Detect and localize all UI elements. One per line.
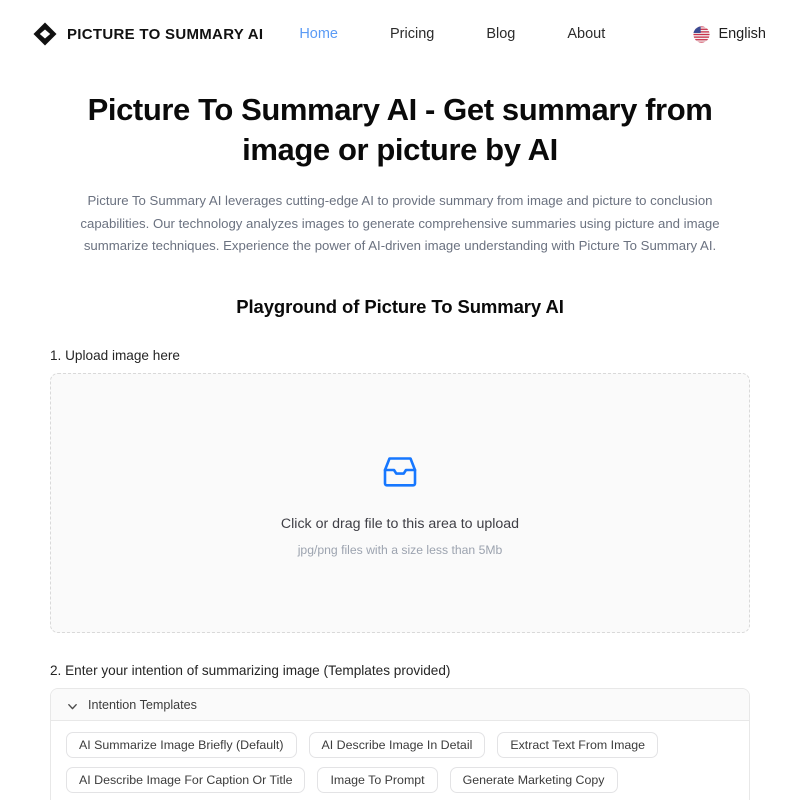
- template-button-caption-or-title[interactable]: AI Describe Image For Caption Or Title: [66, 767, 306, 794]
- main-nav: Home Pricing Blog About: [299, 20, 605, 48]
- inbox-icon: [378, 450, 422, 494]
- nav-item-home[interactable]: Home: [299, 20, 338, 48]
- template-button-summarize-briefly[interactable]: AI Summarize Image Briefly (Default): [66, 732, 297, 759]
- language-label: English: [718, 26, 766, 42]
- template-button-image-to-prompt[interactable]: Image To Prompt: [317, 767, 438, 794]
- intention-templates-body: AI Summarize Image Briefly (Default) AI …: [51, 721, 749, 800]
- upload-dropzone[interactable]: Click or drag file to this area to uploa…: [50, 373, 750, 634]
- intention-templates-title: Intention Templates: [88, 697, 197, 712]
- upload-hint-text: jpg/png files with a size less than 5Mb: [297, 542, 503, 557]
- step-1-label: 1. Upload image here: [50, 348, 180, 364]
- template-button-extract-text[interactable]: Extract Text From Image: [497, 732, 659, 759]
- template-button-describe-in-detail[interactable]: AI Describe Image In Detail: [308, 732, 486, 759]
- intention-templates-panel: Intention Templates AI Summarize Image B…: [50, 688, 750, 800]
- brand-name: PICTURE TO SUMMARY AI: [67, 25, 264, 43]
- playground-section: Playground of Picture To Summary AI 1. U…: [0, 296, 800, 800]
- nav-item-blog[interactable]: Blog: [486, 20, 515, 48]
- language-selector[interactable]: English: [693, 25, 766, 43]
- brand-logo[interactable]: PICTURE TO SUMMARY AI: [32, 21, 263, 47]
- page-title: Picture To Summary AI - Get summary from…: [87, 92, 713, 167]
- us-flag-icon: [693, 25, 711, 43]
- upload-primary-text: Click or drag file to this area to uploa…: [280, 515, 520, 532]
- chevron-down-icon: [67, 699, 78, 710]
- template-button-marketing-copy[interactable]: Generate Marketing Copy: [449, 767, 618, 794]
- nav-item-pricing[interactable]: Pricing: [390, 20, 434, 48]
- hero-section: Picture To Summary AI - Get summary from…: [0, 68, 800, 258]
- diamond-logo-icon: [32, 21, 58, 47]
- step-2-label: 2. Enter your intention of summarizing i…: [50, 663, 451, 679]
- playground-title: Playground of Picture To Summary AI: [236, 296, 564, 318]
- intention-templates-header[interactable]: Intention Templates: [51, 689, 749, 722]
- nav-item-about[interactable]: About: [567, 20, 605, 48]
- site-header: PICTURE TO SUMMARY AI Home Pricing Blog …: [0, 0, 800, 68]
- page-description: Picture To Summary AI leverages cutting-…: [80, 192, 720, 254]
